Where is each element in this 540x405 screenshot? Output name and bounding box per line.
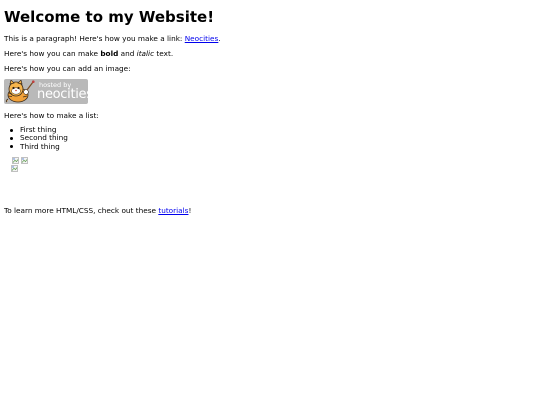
broken-image-icon	[12, 157, 19, 164]
bullet-list: First thing Second thing Third thing	[10, 125, 68, 151]
neocities-brand-text: neocities	[37, 87, 88, 102]
paragraph-link-text: This is a paragraph! Here's how you make…	[4, 34, 185, 43]
paragraph-link: This is a paragraph! Here's how you make…	[4, 34, 221, 44]
tutorials-text: To learn more HTML/CSS, check out these	[4, 206, 159, 215]
italic-text: italic	[136, 49, 155, 58]
formatting-text-end: text.	[154, 49, 174, 58]
hosted-by-neocities-image: hosted by neocities	[4, 79, 88, 104]
neocities-cat-icon	[5, 80, 35, 103]
paragraph-list: Here's how to make a list:	[4, 111, 99, 120]
list-item: Third thing	[10, 142, 68, 151]
neocities-link[interactable]: Neocities	[185, 34, 219, 43]
paragraph-link-end: .	[218, 34, 221, 43]
broken-image-icon	[21, 157, 28, 164]
page: Welcome to my Website! This is a paragra…	[0, 0, 540, 405]
paragraph-tutorials: To learn more HTML/CSS, check out these …	[4, 206, 191, 216]
page-title: Welcome to my Website!	[4, 8, 215, 26]
tutorials-text-end: !	[188, 206, 192, 215]
formatting-text-middle: and	[118, 49, 137, 58]
tutorials-link[interactable]: tutorials	[158, 206, 188, 215]
paragraph-image: Here's how you can add an image:	[4, 64, 131, 73]
bold-text: bold	[100, 49, 119, 58]
paragraph-formatting: Here's how you can make bold and italic …	[4, 49, 173, 59]
broken-image-icon	[11, 165, 18, 172]
formatting-text-start: Here's how you can make	[4, 49, 101, 58]
